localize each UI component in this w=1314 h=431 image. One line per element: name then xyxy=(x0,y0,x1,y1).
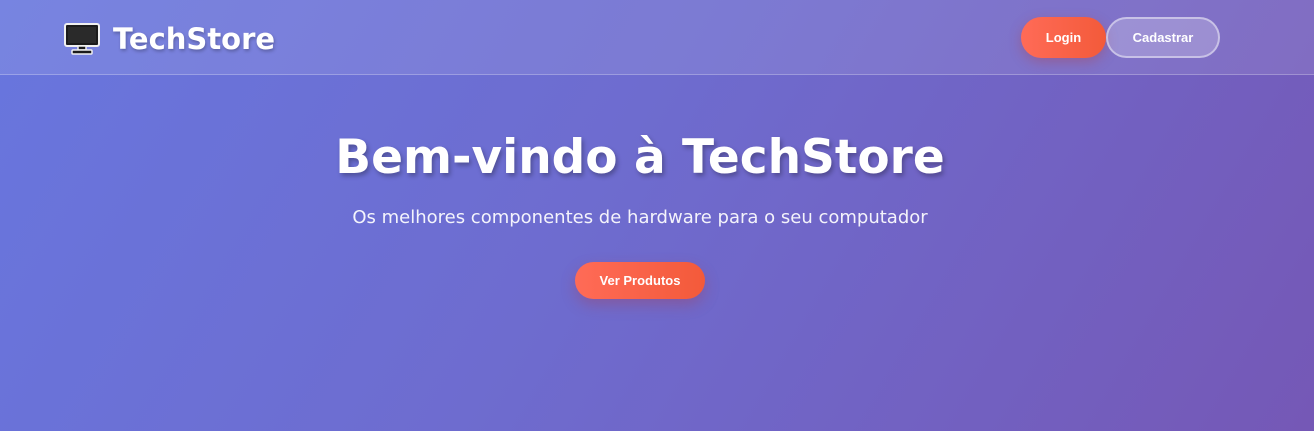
view-products-button[interactable]: Ver Produtos xyxy=(575,262,705,299)
monitor-icon xyxy=(63,22,101,56)
hero-title: Bem-vindo à TechStore xyxy=(335,130,945,185)
login-button[interactable]: Login xyxy=(1021,17,1106,58)
brand-name: TechStore xyxy=(113,22,276,56)
register-button[interactable]: Cadastrar xyxy=(1106,17,1220,58)
navbar: TechStore Login Cadastrar xyxy=(0,0,1314,75)
brand-logo[interactable]: TechStore xyxy=(63,21,275,57)
hero-subtitle: Os melhores componentes de hardware para… xyxy=(352,207,928,228)
